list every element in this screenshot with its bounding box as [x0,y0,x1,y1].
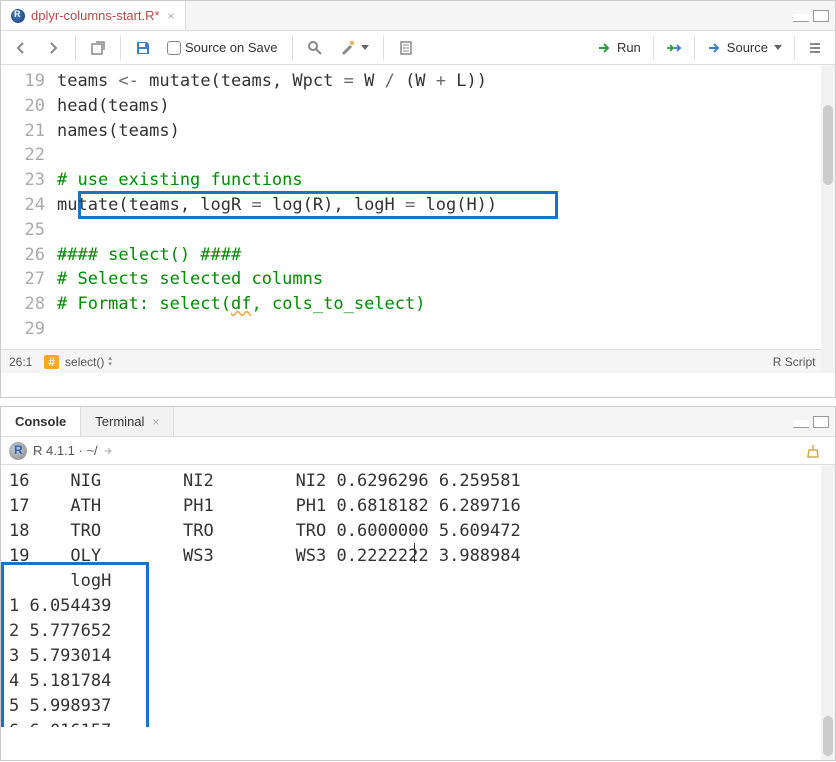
line-content: #### select() #### [57,243,241,268]
console-tab-label: Console [15,414,66,429]
editor-toolbar: Source on Save Run Source [1,31,835,65]
editor-panel: dplyr-columns-start.R* × Source on Save [0,0,836,398]
line-content: mutate(teams, logR = log(R), logH = log(… [57,193,497,218]
forward-button[interactable] [39,37,67,59]
console-panel: Console Terminal × R 4.1.1 · ~/ 16 NIG N… [0,406,836,761]
code-tools-button[interactable] [333,37,375,59]
code-line[interactable]: 28# Format: select(df, cols_to_select) [1,292,835,317]
line-number: 19 [1,69,57,94]
code-line[interactable]: 21names(teams) [1,119,835,144]
run-label: Run [617,40,641,55]
editor-tab-bar: dplyr-columns-start.R* × [1,1,835,31]
code-line[interactable]: 25 [1,218,835,243]
save-button[interactable] [129,37,157,59]
code-line[interactable]: 22 [1,143,835,168]
maximize-icon[interactable] [813,10,829,22]
r-file-icon [11,9,25,23]
section-nav-icon[interactable]: ▴▾ [108,356,112,368]
line-number: 26 [1,243,57,268]
line-content: head(teams) [57,94,170,119]
scrollbar[interactable] [821,465,835,760]
maximize-icon[interactable] [813,416,829,428]
code-editor[interactable]: 19teams <- mutate(teams, Wpct = W / (W +… [1,65,835,349]
popout-icon[interactable] [102,444,116,458]
code-line[interactable]: 23# use existing functions [1,168,835,193]
compile-report-button[interactable] [392,37,420,59]
line-number: 29 [1,317,57,342]
console-tab[interactable]: Console [1,407,81,436]
section-name[interactable]: select() [65,355,104,369]
cursor-position: 26:1 [9,355,32,369]
scroll-thumb[interactable] [823,716,833,756]
line-number: 24 [1,193,57,218]
line-number: 22 [1,143,57,168]
scroll-thumb[interactable] [823,105,833,185]
code-line[interactable]: 29 [1,317,835,342]
language-label[interactable]: R Script [773,355,816,369]
source-button[interactable]: Source [701,37,788,59]
line-number: 20 [1,94,57,119]
line-number: 21 [1,119,57,144]
clear-console-button[interactable] [799,440,827,462]
line-content: # Format: select(df, cols_to_select) [57,292,425,317]
source-on-save-label: Source on Save [185,40,278,55]
minimize-icon[interactable] [793,420,809,428]
chevron-down-icon [774,45,782,50]
outline-button[interactable] [801,37,829,59]
run-button[interactable]: Run [591,37,647,59]
console-tab-bar: Console Terminal × [1,407,835,437]
code-line[interactable]: 26#### select() #### [1,243,835,268]
show-in-new-window-button[interactable] [84,37,112,59]
line-number: 28 [1,292,57,317]
console-header: R 4.1.1 · ~/ [1,437,835,465]
close-icon[interactable]: × [168,9,175,23]
line-number: 25 [1,218,57,243]
find-button[interactable] [301,37,329,59]
terminal-tab-label: Terminal [95,414,144,429]
code-line[interactable]: 19teams <- mutate(teams, Wpct = W / (W +… [1,69,835,94]
text-cursor [414,543,415,563]
console-output[interactable]: 16 NIG NI2 NI2 0.6296296 6.259581 17 ATH… [1,465,835,727]
close-icon[interactable]: × [152,415,159,429]
checkbox-icon [167,41,181,55]
source-label: Source [727,40,768,55]
minimize-icon[interactable] [793,14,809,22]
rerun-button[interactable] [660,37,688,59]
highlight-box-2 [1,562,149,727]
chevron-down-icon [361,45,369,50]
line-number: 23 [1,168,57,193]
line-content: teams <- mutate(teams, Wpct = W / (W + L… [57,69,487,94]
r-logo-icon [9,442,27,460]
source-on-save-checkbox[interactable]: Source on Save [161,37,284,58]
code-line[interactable]: 20head(teams) [1,94,835,119]
code-line[interactable]: 27# Selects selected columns [1,267,835,292]
line-number: 27 [1,267,57,292]
line-content: # use existing functions [57,168,303,193]
editor-tab[interactable]: dplyr-columns-start.R* × [1,1,186,30]
terminal-tab[interactable]: Terminal × [81,407,174,436]
code-line[interactable]: 24mutate(teams, logR = log(R), logH = lo… [1,193,835,218]
back-button[interactable] [7,37,35,59]
editor-status-bar: 26:1 # select() ▴▾ R Script ▴▾ [1,349,835,373]
tab-title: dplyr-columns-start.R* [31,8,160,23]
section-badge: # [44,355,59,369]
line-content: names(teams) [57,119,180,144]
scrollbar[interactable] [821,65,835,373]
console-path: R 4.1.1 · ~/ [33,443,98,458]
line-content: # Selects selected columns [57,267,323,292]
